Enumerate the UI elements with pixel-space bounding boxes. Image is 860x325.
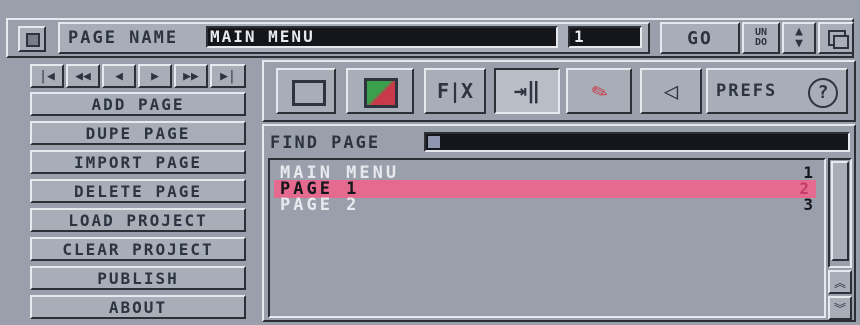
scroll-down-button[interactable]: ︾ (828, 296, 852, 320)
first-page-icon: |◀ (39, 68, 55, 84)
window-menu-button[interactable] (18, 26, 46, 52)
link-icon: ⇥‖ (513, 78, 541, 104)
page-name-value: MAIN MENU (210, 27, 315, 46)
import-page-button[interactable]: IMPORT PAGE (30, 150, 246, 174)
frame-tool-button[interactable] (276, 68, 336, 114)
fx-icon: F|X (436, 79, 474, 103)
gradient-icon (364, 78, 398, 108)
go-button[interactable]: GO (660, 22, 740, 54)
next-icon: ▶ (151, 68, 159, 84)
paint-tool-button[interactable]: ✎ (566, 68, 632, 114)
prev-page-button[interactable]: ◀ (102, 64, 136, 88)
fast-forward-button[interactable]: ▶▶ (174, 64, 208, 88)
about-button[interactable]: ABOUT (30, 295, 246, 319)
page-list[interactable]: MAIN MENU 1 PAGE 1 2 PAGE 2 3 (268, 158, 826, 318)
sound-icon: ◁ (663, 77, 679, 105)
page-item-number: 3 (803, 195, 816, 214)
page-name-label: PAGE NAME (68, 28, 179, 48)
gradient-tool-button[interactable] (346, 68, 414, 114)
find-page-input[interactable] (424, 132, 850, 152)
publish-button[interactable]: PUBLISH (30, 266, 246, 290)
page-order-button[interactable]: ▲ ▼ (782, 22, 816, 54)
page-item-name: PAGE 2 (280, 195, 360, 215)
prefs-button[interactable]: PREFS ? (706, 68, 848, 114)
scroll-up-button[interactable]: ︽ (828, 270, 852, 294)
prev-icon: ◀ (115, 68, 123, 84)
rewind-icon: ◀◀ (75, 68, 91, 84)
page-list-item[interactable]: PAGE 2 3 (280, 195, 816, 215)
depth-gadget-button[interactable] (818, 22, 854, 54)
text-cursor (428, 136, 440, 148)
scroll-down-icon: ︾ (833, 301, 846, 316)
undo-button[interactable]: UN DO (742, 22, 780, 54)
add-page-button[interactable]: ADD PAGE (30, 92, 246, 116)
next-page-button[interactable]: ▶ (138, 64, 172, 88)
dupe-page-button[interactable]: DUPE PAGE (30, 121, 246, 145)
link-tool-button[interactable]: ⇥‖ (494, 68, 560, 114)
help-icon: ? (808, 78, 838, 108)
undo-label: UN DO (754, 27, 768, 48)
page-name-input[interactable]: MAIN MENU (206, 26, 558, 48)
sound-tool-button[interactable]: ◁ (640, 68, 702, 114)
window-depth-icon-back (833, 35, 849, 49)
find-page-label: FIND PAGE (270, 133, 381, 153)
square-icon (26, 33, 40, 47)
fx-tool-button[interactable]: F|X (424, 68, 486, 114)
page-list-scrollbar[interactable] (828, 158, 852, 268)
frame-icon (292, 80, 326, 106)
scroll-up-icon: ︽ (833, 275, 846, 290)
first-page-button[interactable]: |◀ (30, 64, 64, 88)
prefs-label: PREFS (716, 81, 778, 101)
page-number-value: 1 (574, 27, 584, 46)
paint-icon: ✎ (587, 75, 611, 107)
page-number-input[interactable]: 1 (568, 26, 642, 48)
scrollbar-thumb[interactable] (831, 161, 849, 261)
last-page-button[interactable]: ▶| (210, 64, 246, 88)
clear-project-button[interactable]: CLEAR PROJECT (30, 237, 246, 261)
last-page-icon: ▶| (220, 68, 236, 84)
load-project-button[interactable]: LOAD PROJECT (30, 208, 246, 232)
delete-page-button[interactable]: DELETE PAGE (30, 179, 246, 203)
updown-arrows-icon: ▲ ▼ (795, 24, 803, 51)
fast-forward-icon: ▶▶ (183, 68, 199, 84)
rewind-button[interactable]: ◀◀ (66, 64, 100, 88)
